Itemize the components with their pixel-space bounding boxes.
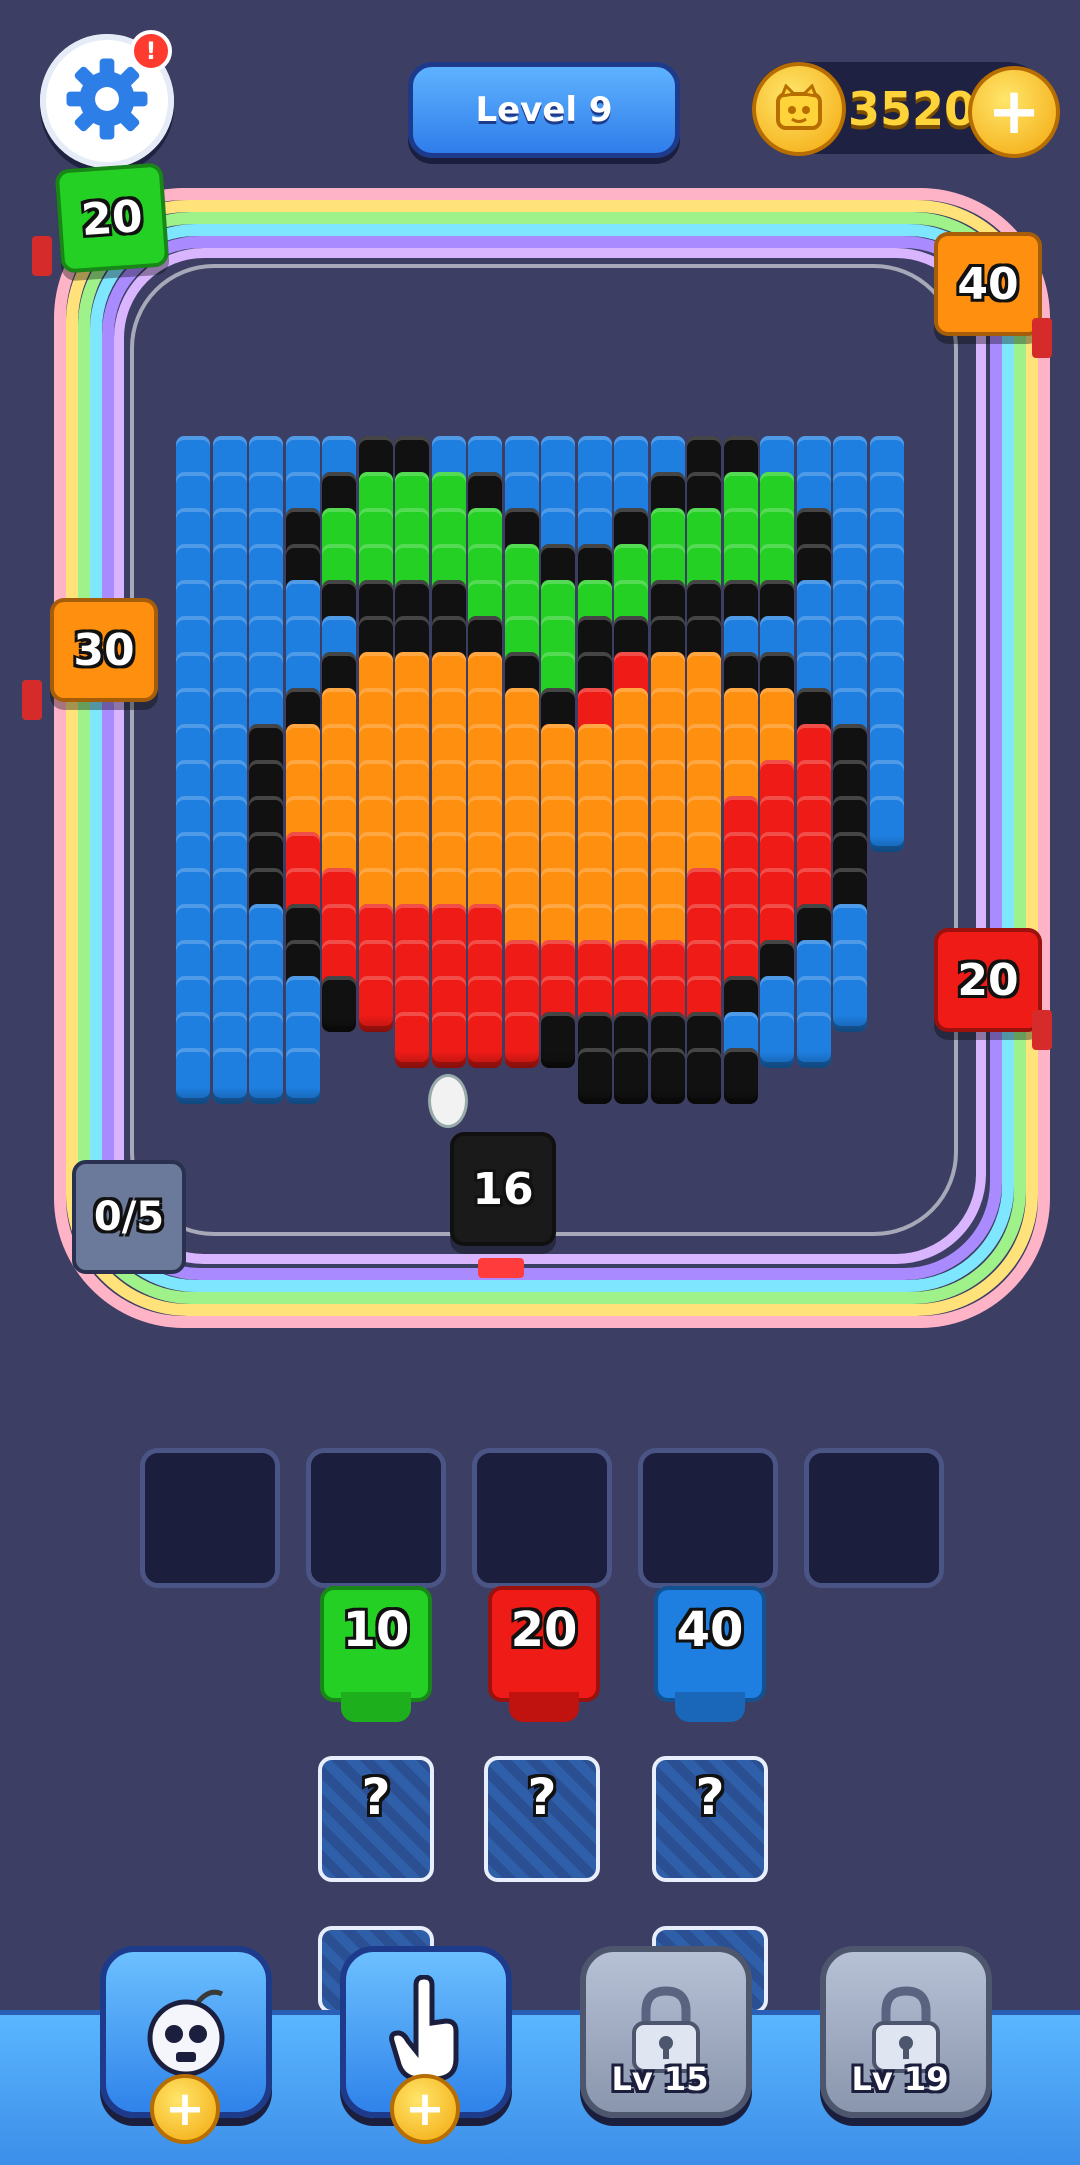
pixel-block xyxy=(504,1012,539,1068)
lv15-label: Lv 15 xyxy=(611,2060,709,2098)
pixel-block xyxy=(796,1012,831,1068)
queue-slot[interactable] xyxy=(140,1448,280,1588)
queue-unit-blue[interactable]: 40 xyxy=(654,1586,766,1722)
pixel-block xyxy=(249,1048,283,1104)
pixel-block xyxy=(614,1048,648,1104)
pixel-block xyxy=(833,976,867,1032)
hand-booster-button[interactable]: + xyxy=(340,1946,512,2144)
notification-badge: ! xyxy=(130,30,172,72)
projectile xyxy=(428,1074,468,1128)
track-shooter-orange-left[interactable]: 30 xyxy=(50,598,158,702)
queue-slot[interactable] xyxy=(306,1448,446,1588)
queue-slot[interactable] xyxy=(638,1448,778,1588)
add-coins-button[interactable]: + xyxy=(968,66,1060,158)
mystery-unit: ? xyxy=(318,1756,434,1882)
bomb-booster-button[interactable]: + xyxy=(100,1946,272,2144)
lv19-label: Lv 19 xyxy=(851,2060,949,2098)
mystery-unit: ? xyxy=(652,1756,768,1882)
pixel-block xyxy=(176,1048,210,1104)
add-bomb-button[interactable]: + xyxy=(150,2074,220,2144)
queue-unit-green[interactable]: 10 xyxy=(320,1586,432,1722)
pixel-block xyxy=(322,976,356,1032)
pixel-block xyxy=(650,1048,685,1104)
skull-bomb-icon xyxy=(136,1980,236,2084)
pixel-block xyxy=(687,1048,721,1104)
track-shooter-red[interactable]: 20 xyxy=(934,928,1042,1032)
pointing-hand-icon xyxy=(376,1974,476,2089)
track-shooter-green[interactable]: 20 xyxy=(54,162,170,274)
settings-button[interactable]: ! xyxy=(40,30,174,168)
pixel-block xyxy=(869,796,904,852)
pixel-board xyxy=(176,436,906,1104)
pixel-block xyxy=(723,1048,758,1104)
progress-counter: 0/5 xyxy=(72,1160,186,1274)
pixel-block xyxy=(285,1048,320,1104)
pixel-block xyxy=(760,1012,794,1068)
locked-booster-lv19[interactable]: Lv 19 xyxy=(820,1946,992,2118)
queue-slot[interactable] xyxy=(804,1448,944,1588)
queue-unit-red[interactable]: 20 xyxy=(488,1586,600,1722)
pixel-block xyxy=(431,1012,466,1068)
pixel-block xyxy=(395,1012,429,1068)
pixel-block xyxy=(577,1048,612,1104)
pixel-block xyxy=(358,976,393,1032)
pixel-block xyxy=(541,1012,575,1068)
locked-booster-lv15[interactable]: Lv 15 xyxy=(580,1946,752,2118)
level-indicator: Level 9 xyxy=(408,62,680,158)
pixel-block xyxy=(468,1012,502,1068)
mystery-unit: ? xyxy=(484,1756,600,1882)
active-shooter-black[interactable]: 16 xyxy=(450,1132,556,1246)
queue-slot[interactable] xyxy=(472,1448,612,1588)
add-hand-button[interactable]: + xyxy=(390,2074,460,2144)
coin-icon xyxy=(752,62,846,156)
pixel-block xyxy=(212,1048,247,1104)
coin-count: 3520 xyxy=(848,82,977,136)
track-shooter-orange-right[interactable]: 40 xyxy=(934,232,1042,336)
